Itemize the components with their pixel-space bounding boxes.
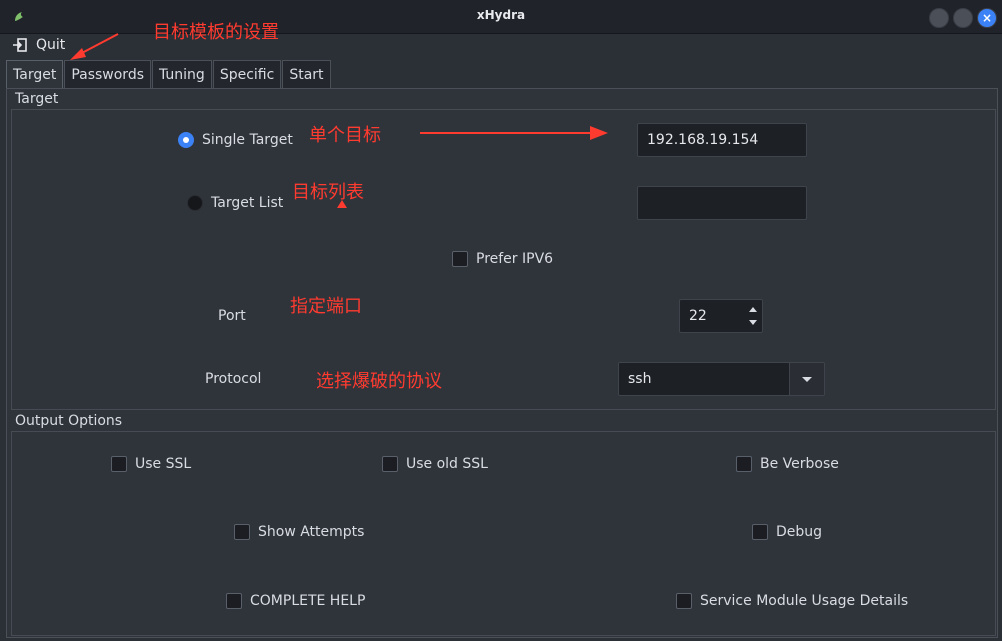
annotation-protocol: 选择爆破的协议 (316, 371, 442, 392)
annotation-target-list: 目标列表 (292, 182, 364, 203)
annotation-port: 指定端口 (290, 296, 362, 317)
annotation-single-target: 单个目标 (309, 125, 381, 146)
annotation-arrows (70, 33, 608, 208)
